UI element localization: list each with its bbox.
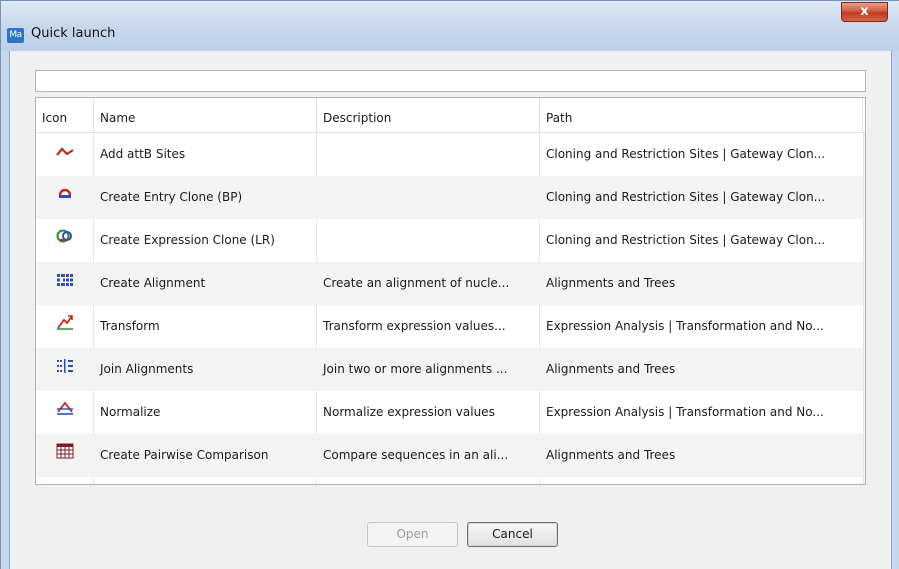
row-path: Alignments and Trees [546,448,676,462]
row-name: Transform [100,319,160,333]
table-row[interactable]: Create Entry Clone (BP) Cloning and Rest… [36,176,865,219]
create-pairwise-comparison-icon [56,434,74,477]
row-name: Normalize [100,405,161,419]
row-description: Create an alignment of nucle... [323,276,510,290]
row-path: Alignments and Trees [546,362,676,376]
row-name: Create Expression Clone (LR) [100,233,275,247]
table-row[interactable]: Join Alignments Join two or more alignme… [36,348,865,391]
normalize-icon [56,391,74,434]
icon-cell [36,219,93,262]
row-path: Cloning and Restriction Sites | Gateway … [546,233,826,247]
row-description: Join two or more alignments ... [323,362,508,376]
icon-cell [36,305,93,348]
join-alignments-icon [56,348,74,391]
row-path: Expression Analysis | Transformation and… [546,319,824,333]
table-row[interactable]: Create Alignment Create an alignment of … [36,262,865,305]
table-row[interactable]: Create Expression Clone (LR) Cloning and… [36,219,865,262]
app-logo-icon: Ma [7,28,24,43]
open-button[interactable]: Open [367,522,458,547]
icon-cell [36,262,93,305]
row-path: Cloning and Restriction Sites | Gateway … [546,190,826,204]
icon-cell [36,391,93,434]
row-name: Create Pairwise Comparison [100,448,269,462]
icon-cell [36,133,93,176]
row-description [317,176,540,219]
column-header-icon[interactable]: Icon [36,98,94,133]
create-expression-clone-icon [56,219,74,262]
column-header-path[interactable]: Path [540,98,863,133]
create-entry-clone-icon [57,176,73,219]
icon-cell [36,176,93,219]
icon-cell [36,434,93,477]
window-title: Quick launch [31,26,116,41]
row-name: Create Alignment [100,276,206,290]
table-header: Icon Name Description Path [36,98,865,133]
title-bar[interactable]: Ma Quick launch x [1,1,899,51]
close-button[interactable]: x [841,2,888,22]
table-row[interactable]: Normalize Normalize expression values Ex… [36,391,865,434]
row-description [317,219,540,262]
row-path: Alignments and Trees [546,276,676,290]
row-description: Transform expression values... [323,319,506,333]
row-description: Normalize expression values [323,405,495,419]
row-path: Expression Analysis | Transformation and… [546,405,824,419]
cancel-button[interactable]: Cancel [467,522,558,547]
row-name: Add attB Sites [100,147,186,161]
row-name: Join Alignments [100,362,194,376]
row-path: Cloning and Restriction Sites | Gateway … [546,147,826,161]
dialog-body: Icon Name Description Path Add attB Site… [9,51,892,569]
row-description [317,133,540,176]
icon-cell [36,348,93,391]
search-input[interactable] [35,70,866,92]
create-alignment-icon [56,262,74,305]
column-header-name[interactable]: Name [94,98,317,133]
table-row[interactable]: Create Pairwise Comparison Compare seque… [36,434,865,477]
row-description: Compare sequences in an ali... [323,448,509,462]
add-attb-sites-icon [55,133,74,176]
column-header-description[interactable]: Description [317,98,540,133]
quick-launch-window: Ma Quick launch x Icon Name Description … [0,0,899,569]
transform-icon [56,305,74,348]
row-name: Create Entry Clone (BP) [100,190,243,204]
quick-launch-table: Icon Name Description Path Add attB Site… [35,97,866,485]
table-row[interactable]: Transform Transform expression values...… [36,305,865,348]
table-row[interactable]: Add attB Sites Cloning and Restriction S… [36,133,865,176]
vertical-scrollbar[interactable] [863,133,865,484]
